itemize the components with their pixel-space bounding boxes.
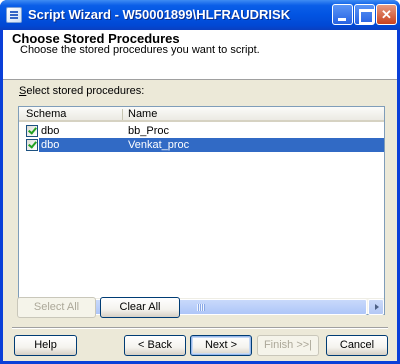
window-title: Script Wizard - W50001899\HLFRAUDRISK [28,7,291,22]
select-all-button[interactable]: Select All [17,297,96,318]
row-checkbox[interactable] [26,125,38,137]
column-divider[interactable] [122,109,123,120]
divider [12,328,388,329]
table-row[interactable]: dbo bb_Proc [19,124,384,138]
script-wizard-window: Script Wizard - W50001899\HLFRAUDRISK ✕ … [0,0,400,364]
dialog-body: Choose Stored Procedures Choose the stor… [3,30,397,361]
clear-all-button[interactable]: Clear All [100,297,180,318]
title-bar[interactable]: Script Wizard - W50001899\HLFRAUDRISK ✕ [0,0,400,30]
table-row[interactable]: dbo Venkat_proc [19,138,384,152]
cell-schema: dbo [41,125,60,137]
column-header-schema[interactable]: Schema [26,108,66,120]
wizard-header: Choose Stored Procedures Choose the stor… [3,30,397,80]
help-button[interactable]: Help [14,335,77,356]
close-button[interactable]: ✕ [376,4,397,25]
wizard-icon [6,7,22,23]
cell-schema: dbo [41,139,60,151]
back-button[interactable]: < Back [124,335,186,356]
grid-header: Schema Name [19,107,384,122]
maximize-button[interactable] [354,4,375,25]
finish-button[interactable]: Finish >>| [257,335,319,356]
column-header-name[interactable]: Name [128,108,157,120]
row-checkbox[interactable] [26,139,38,151]
selection-highlight [39,138,384,152]
minimize-button[interactable] [332,4,353,25]
page-subtitle: Choose the stored procedures you want to… [20,44,260,56]
next-button[interactable]: Next > [190,335,252,356]
cancel-button[interactable]: Cancel [326,335,388,356]
procedures-grid[interactable]: Schema Name dbo bb_Proc dbo Venkat_proc [18,106,385,315]
grip-icon [197,304,205,311]
scroll-right-icon[interactable] [368,299,384,315]
cell-name: Venkat_proc [128,139,190,151]
cell-name: bb_Proc [128,125,169,137]
select-procedures-label: Select stored procedures: [19,85,145,97]
